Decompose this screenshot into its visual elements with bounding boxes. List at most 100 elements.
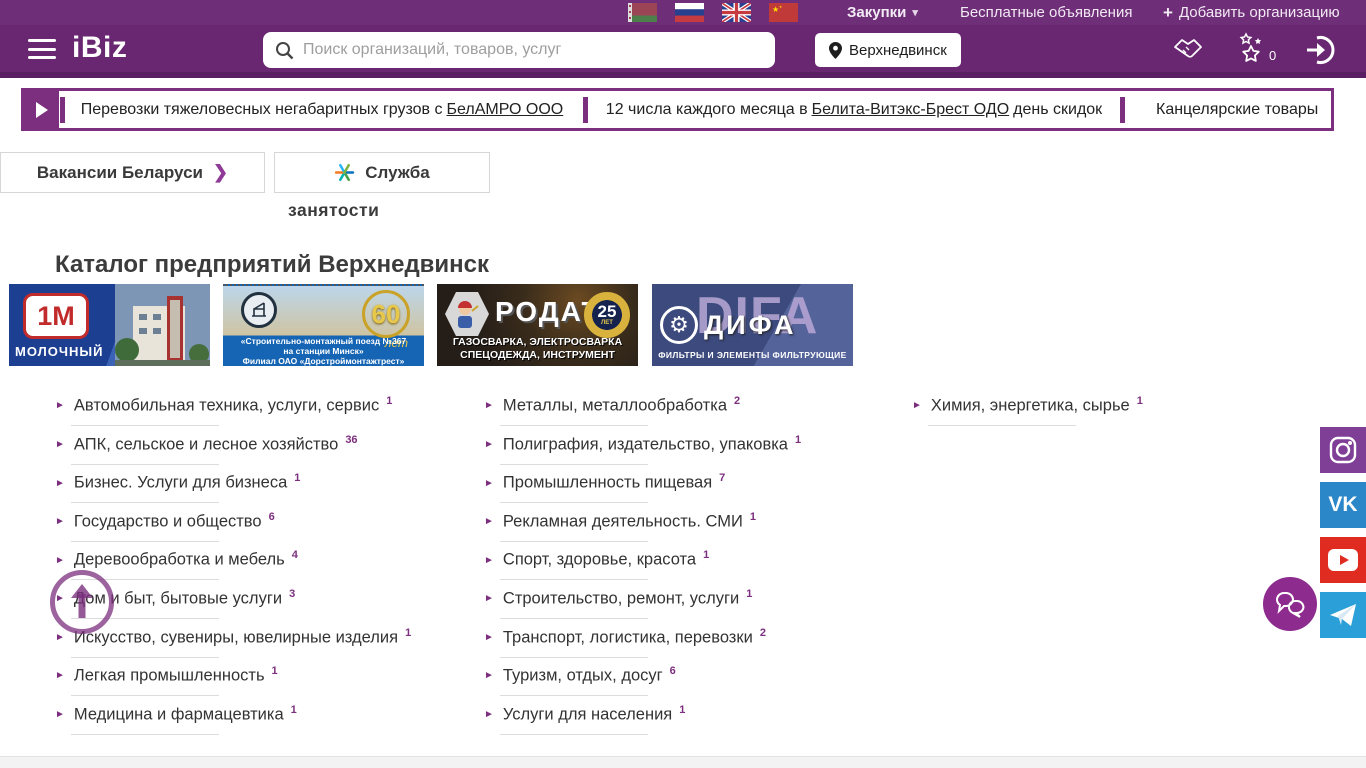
category-item[interactable]: ►Дом и быт, бытовые услуги3 <box>55 588 475 627</box>
topbar: ★★ Закупки ▾ Бесплатные объявления + Доб… <box>0 0 1366 25</box>
youtube-icon <box>1328 549 1358 571</box>
flag-russia-icon[interactable] <box>675 3 704 22</box>
ticker-link[interactable]: Белита-Витэкс-Брест ОДО <box>812 101 1010 119</box>
chevron-down-icon: ▾ <box>912 6 918 19</box>
vk-icon: VK <box>1328 493 1357 517</box>
bullet-icon: ► <box>55 439 65 450</box>
scroll-top-button[interactable] <box>50 570 114 634</box>
ticker-play-button[interactable] <box>24 91 59 128</box>
category-item[interactable]: ►Рекламная деятельность. СМИ1 <box>484 511 904 550</box>
ticker-item: Канцелярские товары <box>1126 91 1331 128</box>
ticker-item: Перевозки тяжеловесных негабаритных груз… <box>66 91 582 128</box>
favorites-count: 0 <box>1269 48 1276 63</box>
banner-rodat[interactable]: РОДАТ 25 ЛЕТ ГАЗОСВАРКА, ЭЛЕКТРОСВАРКА С… <box>437 284 638 366</box>
category-item[interactable]: ►Спорт, здоровье, красота1 <box>484 549 904 588</box>
category-column-3: ►Химия, энергетика, сырье1 <box>912 395 1332 434</box>
ticker-link[interactable]: БелАМРО ООО <box>447 101 564 119</box>
employment-service-label-2: занятости <box>288 200 379 221</box>
category-item[interactable]: ►Строительство, ремонт, услуги1 <box>484 588 904 627</box>
category-item[interactable]: ►Химия, энергетика, сырье1 <box>912 395 1332 434</box>
handshake-icon <box>1170 34 1206 64</box>
free-ads-link[interactable]: Бесплатные объявления <box>960 0 1132 25</box>
category-item[interactable]: ►Деревообработка и мебель4 <box>55 549 475 588</box>
chat-widget-button[interactable] <box>1263 577 1317 631</box>
bullet-icon: ► <box>484 400 494 411</box>
instagram-button[interactable] <box>1320 427 1366 473</box>
menu-button[interactable] <box>28 39 56 59</box>
banner-text: ФИЛЬТРЫ И ЭЛЕМЕНТЫ ФИЛЬТРУЮЩИЕ <box>652 350 853 360</box>
category-count: 2 <box>760 627 766 639</box>
divider <box>500 579 648 580</box>
category-item[interactable]: ►Искусство, сувениры, ювелирные изделия1 <box>55 627 475 666</box>
site-logo[interactable]: iBiz <box>72 31 127 65</box>
divider <box>500 425 648 426</box>
category-item[interactable]: ►Государство и общество6 <box>55 511 475 550</box>
banner-1m-molochny[interactable]: 1М МОЛОЧНЫЙ <box>9 284 210 366</box>
youtube-button[interactable] <box>1320 537 1366 583</box>
banner-text: ГАЗОСВАРКА, ЭЛЕКТРОСВАРКА СПЕЦОДЕЖДА, ИН… <box>437 336 638 362</box>
add-organization-link[interactable]: + Добавить организацию <box>1163 0 1340 25</box>
category-item[interactable]: ►Туризм, отдых, досуг6 <box>484 665 904 704</box>
location-pin-icon <box>829 42 842 59</box>
header: iBiz Верхнедвинск 0 <box>0 25 1366 78</box>
category-count: 6 <box>670 665 676 677</box>
city-label: Верхнедвинск <box>849 42 947 59</box>
telegram-icon <box>1329 602 1357 628</box>
employment-service-button[interactable]: Служба <box>274 152 490 193</box>
category-item[interactable]: ►Металлы, металлообработка2 <box>484 395 904 434</box>
category-item[interactable]: ►Бизнес. Услуги для бизнеса1 <box>55 472 475 511</box>
divider <box>928 425 1076 426</box>
divider <box>71 464 219 465</box>
divider <box>71 695 219 696</box>
favorites-button[interactable]: 0 <box>1238 32 1272 71</box>
welder-icon <box>445 292 489 336</box>
vk-button[interactable]: VK <box>1320 482 1366 528</box>
plus-icon: + <box>1163 3 1173 23</box>
divider <box>500 734 648 735</box>
category-item[interactable]: ►Медицина и фармацевтика1 <box>55 704 475 743</box>
login-button[interactable] <box>1305 34 1337 71</box>
bullet-icon: ► <box>484 593 494 604</box>
procurement-menu[interactable]: Закупки ▾ <box>847 0 918 25</box>
search-input[interactable] <box>303 41 763 59</box>
divider <box>71 425 219 426</box>
bullet-icon: ► <box>484 516 494 527</box>
category-count: 6 <box>269 511 275 523</box>
category-item[interactable]: ►Транспорт, логистика, перевозки2 <box>484 627 904 666</box>
category-count: 1 <box>795 434 801 446</box>
partners-button[interactable] <box>1170 34 1206 69</box>
category-item[interactable]: ►Полиграфия, издательство, упаковка1 <box>484 434 904 473</box>
flag-china-icon[interactable]: ★★ <box>769 3 798 22</box>
free-ads-label: Бесплатные объявления <box>960 4 1132 21</box>
telegram-button[interactable] <box>1320 592 1366 638</box>
bullet-icon: ► <box>484 478 494 489</box>
category-column-1: ►Автомобильная техника, услуги, сервис1 … <box>55 395 475 742</box>
bullet-icon: ► <box>55 670 65 681</box>
bullet-icon: ► <box>484 439 494 450</box>
employment-service-icon <box>334 162 355 183</box>
category-item[interactable]: ►Автомобильная техника, услуги, сервис1 <box>55 395 475 434</box>
city-selector[interactable]: Верхнедвинск <box>815 33 961 67</box>
banner-difa[interactable]: DIFA ⚙ ДИФА ФИЛЬТРЫ И ЭЛЕМЕНТЫ ФИЛЬТРУЮЩ… <box>652 284 853 366</box>
category-count: 1 <box>272 665 278 677</box>
category-count: 1 <box>386 395 392 407</box>
category-item[interactable]: ►Легкая промышленность1 <box>55 665 475 704</box>
search-box <box>263 32 775 68</box>
language-flags: ★★ <box>628 3 798 22</box>
category-count: 1 <box>1137 395 1143 407</box>
employment-service-label-1: Служба <box>365 163 430 183</box>
banner-smp-367[interactable]: 60 лет «Строительно-монтажный поезд №367… <box>223 284 424 366</box>
category-item[interactable]: ►Услуги для населения1 <box>484 704 904 743</box>
instagram-icon <box>1329 436 1357 464</box>
category-item[interactable]: ►Промышленность пищевая7 <box>484 472 904 511</box>
category-count: 1 <box>291 704 297 716</box>
ticker-separator <box>1120 97 1125 123</box>
stars-icon <box>1238 32 1272 66</box>
flag-belarus-icon[interactable] <box>628 3 657 22</box>
bullet-icon: ► <box>484 632 494 643</box>
vacancies-button[interactable]: Вакансии Беларуси ❯ <box>0 152 265 193</box>
category-count: 36 <box>345 434 357 446</box>
divider <box>500 541 648 542</box>
category-item[interactable]: ►АПК, сельское и лесное хозяйство36 <box>55 434 475 473</box>
flag-uk-icon[interactable] <box>722 3 751 22</box>
